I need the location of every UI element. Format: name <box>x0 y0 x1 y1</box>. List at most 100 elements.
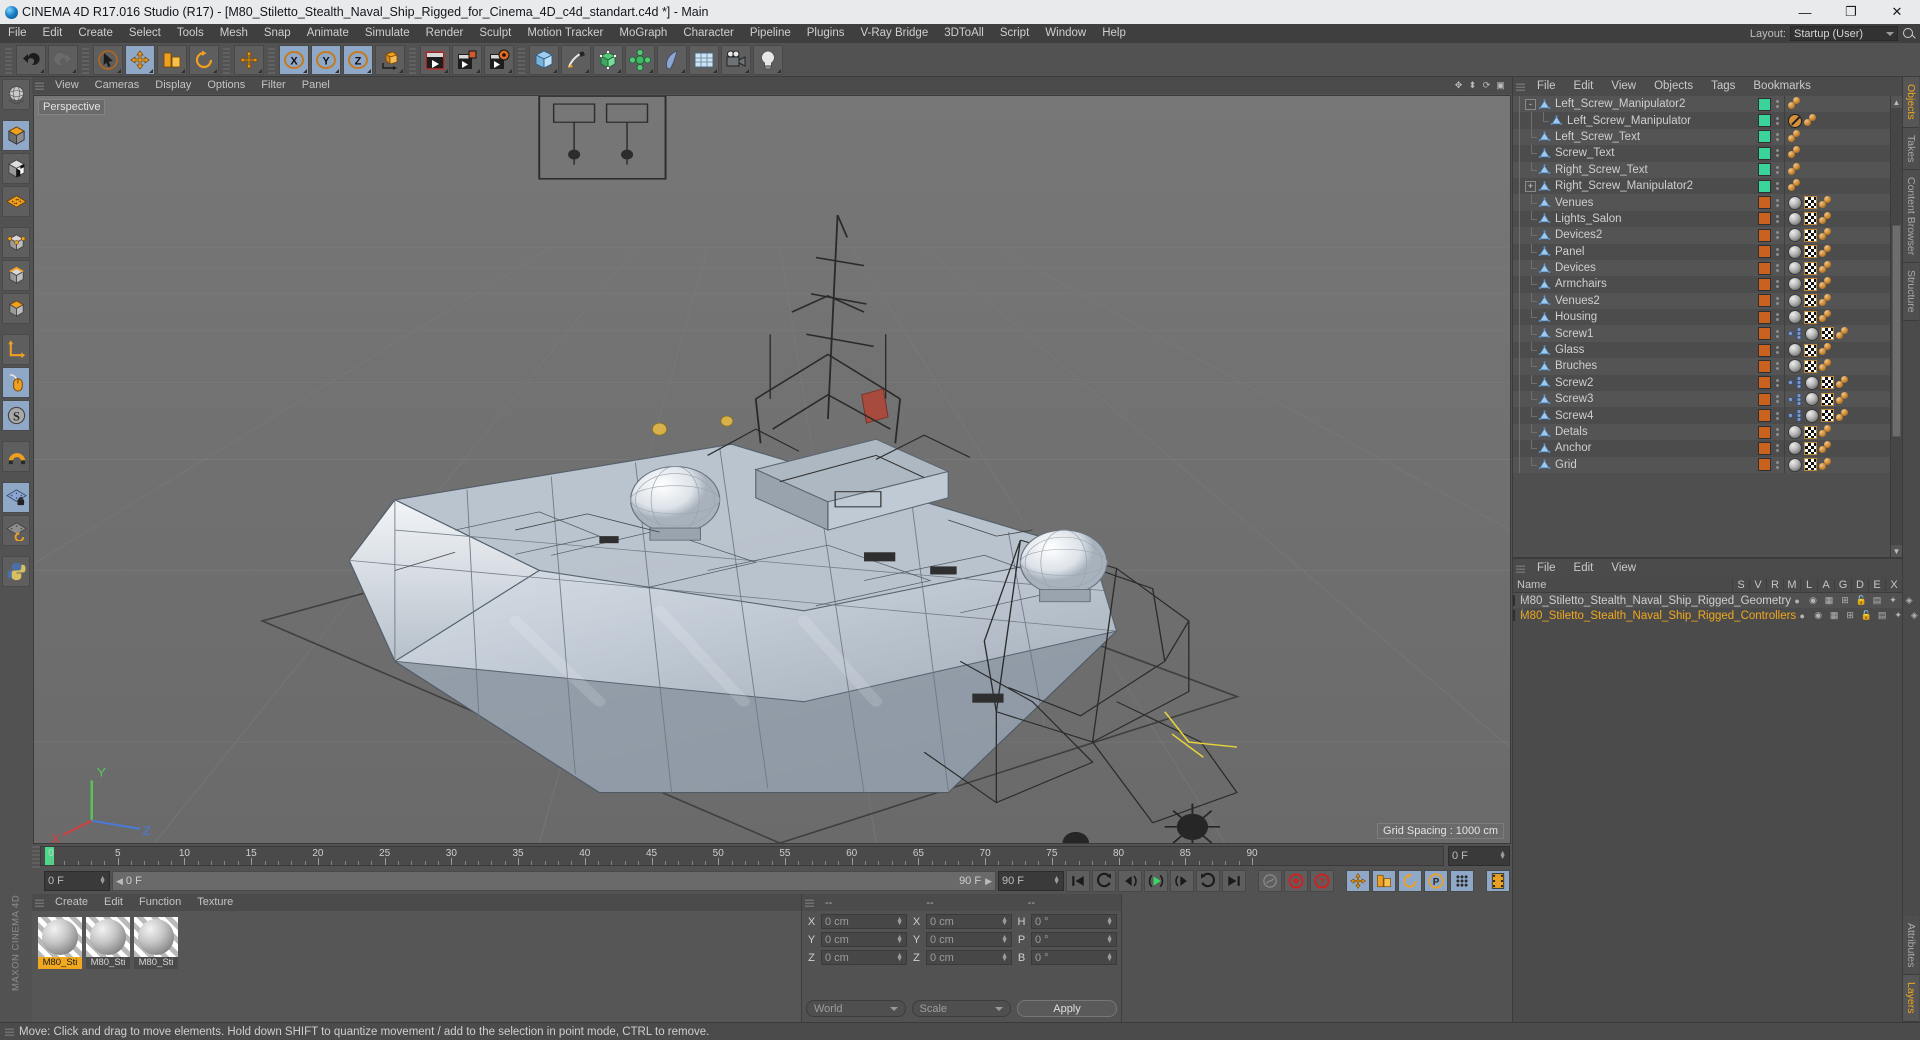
menu-item-tags[interactable]: Tags <box>1702 77 1744 96</box>
deformers-icon[interactable]: ◈ <box>1903 595 1915 607</box>
object-tag-cell[interactable] <box>1784 259 1890 277</box>
render-settings-button[interactable] <box>484 44 514 75</box>
menu-item-function[interactable]: Function <box>131 894 189 911</box>
uvw-tag-icon[interactable] <box>1821 376 1834 390</box>
menu-item-objects[interactable]: Objects <box>1645 77 1702 96</box>
protection-tag-icon[interactable] <box>1819 244 1834 259</box>
tree-expander[interactable]: + <box>1525 180 1536 192</box>
object-layer-color-chip[interactable] <box>1758 376 1771 390</box>
add-environment-button[interactable] <box>689 44 719 75</box>
uvw-tag-icon[interactable] <box>1804 196 1817 210</box>
add-deformer-button[interactable] <box>657 44 687 75</box>
menu-item-cameras[interactable]: Cameras <box>87 77 148 94</box>
object-row[interactable]: Right_Screw_Text <box>1513 161 1890 179</box>
spinner-icon[interactable]: ▲ ▼ <box>1053 875 1060 886</box>
material-item[interactable]: M80_Sti <box>38 917 82 969</box>
layer-column-e[interactable]: E <box>1868 579 1885 591</box>
chevron-right-icon[interactable]: ▶ <box>985 876 992 887</box>
material-tag-icon[interactable] <box>1788 359 1802 374</box>
layer-column-s[interactable]: S <box>1732 579 1749 591</box>
layer-rows[interactable]: M80_Stiletto_Stealth_Naval_Ship_Rigged_G… <box>1513 593 1918 623</box>
layer-color-chip[interactable] <box>1513 610 1515 621</box>
next-keyframe-button[interactable] <box>1196 870 1220 892</box>
object-tag-cell[interactable] <box>1784 341 1890 359</box>
menu-item-view[interactable]: View <box>1602 559 1645 578</box>
object-tag-cell[interactable] <box>1784 374 1890 392</box>
spinner-icon[interactable]: ▲ ▼ <box>99 875 106 886</box>
spinner-icon[interactable]: ▲ ▼ <box>896 934 903 945</box>
object-layer-color-chip[interactable] <box>1758 359 1771 373</box>
pan-icon[interactable]: ✥ <box>1453 80 1464 91</box>
menu-item-simulate[interactable]: Simulate <box>357 24 418 43</box>
timeline-grip[interactable] <box>32 844 40 868</box>
object-visibility-dots[interactable] <box>1771 444 1784 453</box>
object-tag-cell[interactable] <box>1784 177 1890 195</box>
menu-item-animate[interactable]: Animate <box>299 24 357 43</box>
material-tag-icon[interactable] <box>1788 310 1802 325</box>
material-thumbnail[interactable] <box>134 917 178 957</box>
disabled-tag-icon[interactable] <box>1788 113 1802 128</box>
object-visibility-dots[interactable] <box>1771 460 1784 469</box>
key-scale-button[interactable] <box>1372 870 1396 892</box>
autokey-button[interactable]: ? <box>1310 870 1334 892</box>
protection-tag-icon[interactable] <box>1819 293 1834 308</box>
protection-tag-icon[interactable] <box>1836 375 1851 390</box>
object-row[interactable]: Panel <box>1513 243 1890 261</box>
uvw-tag-icon[interactable] <box>1804 343 1817 357</box>
uvw-tag-icon[interactable] <box>1804 212 1817 226</box>
point-mode-button[interactable] <box>2 227 30 258</box>
timeline-range-scrollbar[interactable]: ◀ 0 F 90 F ▶ <box>112 871 996 891</box>
rotate-tool-button[interactable] <box>189 44 219 75</box>
object-visibility-dots[interactable] <box>1771 280 1784 289</box>
material-panel-grip[interactable] <box>35 898 44 907</box>
material-item[interactable]: M80_Sti <box>134 917 178 969</box>
render-view-button[interactable] <box>420 44 450 75</box>
object-row[interactable]: Venues2 <box>1513 292 1890 310</box>
axis-mode-button[interactable] <box>2 334 30 365</box>
lock-icon[interactable]: 🔓 <box>1860 610 1872 622</box>
add-cube-button[interactable] <box>529 44 559 75</box>
object-tag-cell[interactable] <box>1784 292 1890 310</box>
scrollbar-thumb[interactable] <box>1892 225 1901 438</box>
menu-item-texture[interactable]: Texture <box>189 894 241 911</box>
layer-manager-grip[interactable] <box>1516 564 1525 573</box>
menu-item-window[interactable]: Window <box>1037 24 1094 43</box>
layer-column-g[interactable]: G <box>1834 579 1851 591</box>
material-tag-icon[interactable] <box>1788 211 1802 226</box>
object-tag-cell[interactable] <box>1784 456 1890 473</box>
uvw-tag-icon[interactable] <box>1804 261 1817 275</box>
object-layer-color-chip[interactable] <box>1758 261 1771 275</box>
end-frame-field[interactable]: 90 F ▲ ▼ <box>998 871 1064 891</box>
coordinates-panel-grip[interactable] <box>805 898 814 907</box>
add-light-button[interactable] <box>753 44 783 75</box>
select-tool-button[interactable] <box>93 44 123 75</box>
protection-tag-icon[interactable] <box>1819 228 1834 242</box>
lock-z-button[interactable]: Z <box>343 44 373 75</box>
menu-item-view[interactable]: View <box>1602 77 1645 96</box>
object-layer-color-chip[interactable] <box>1758 343 1771 357</box>
material-tag-icon[interactable] <box>1788 343 1802 358</box>
protection-tag-icon[interactable] <box>1788 97 1803 111</box>
go-to-end-button[interactable] <box>1222 870 1246 892</box>
toolbar-group-grip[interactable] <box>268 45 275 74</box>
object-layer-color-chip[interactable] <box>1758 294 1771 308</box>
menu-item-render[interactable]: Render <box>418 24 472 43</box>
object-layer-color-chip[interactable] <box>1758 425 1771 439</box>
layer-column-l[interactable]: L <box>1800 579 1817 591</box>
spinner-icon[interactable]: ▲ ▼ <box>1499 850 1506 861</box>
workplane-mode-button[interactable] <box>2 186 30 217</box>
layer-row[interactable]: M80_Stiletto_Stealth_Naval_Ship_Rigged_C… <box>1513 608 1918 623</box>
object-row[interactable]: Lights_Salon <box>1513 210 1890 228</box>
maximize-button[interactable]: ❐ <box>1828 0 1874 24</box>
coord-size-field[interactable]: 0 cm ▲ ▼ <box>926 932 1012 947</box>
object-row[interactable]: Venues <box>1513 194 1890 212</box>
object-visibility-dots[interactable] <box>1771 296 1784 305</box>
object-row[interactable]: - Left_Screw_Manipulator2 <box>1513 96 1890 113</box>
record-button[interactable] <box>1284 870 1308 892</box>
object-visibility-dots[interactable] <box>1771 149 1784 158</box>
search-icon[interactable] <box>1902 27 1916 41</box>
object-manager-body[interactable]: - Left_Screw_Manipulator2 Left_Screw_Man… <box>1513 96 1902 557</box>
previous-keyframe-button[interactable] <box>1092 870 1116 892</box>
object-row[interactable]: Grid <box>1513 456 1890 474</box>
tab-takes[interactable]: Takes <box>1903 127 1919 171</box>
